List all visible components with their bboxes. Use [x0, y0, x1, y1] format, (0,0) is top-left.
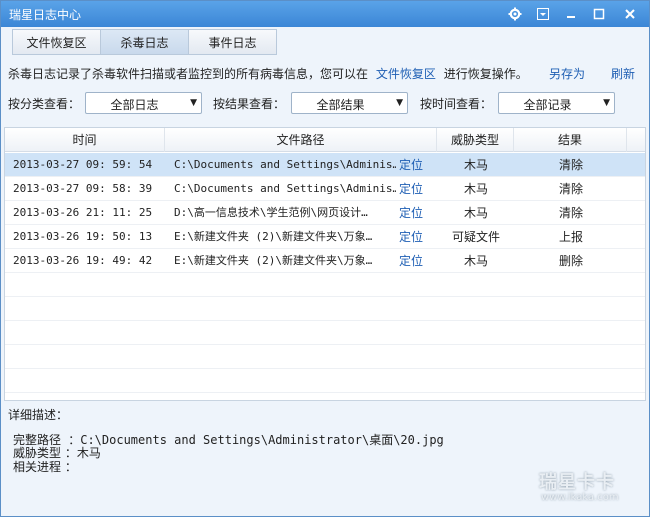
table-row[interactable]: 2013-03-26 19: 50: 13 E:\新建文件夹 (2)\新建文件夹…: [5, 225, 645, 249]
row-path: E:\新建文件夹 (2)\新建文件夹\万象…: [174, 254, 373, 267]
empty-row: [5, 297, 645, 321]
window-title: 瑞星日志中心: [9, 8, 82, 22]
locate-link[interactable]: 定位: [399, 225, 429, 249]
title-bar[interactable]: 瑞星日志中心: [1, 1, 649, 27]
row-threat-type: 木马: [463, 206, 488, 220]
row-result: 清除: [558, 206, 583, 220]
row-threat-type: 木马: [463, 158, 488, 172]
table-row[interactable]: 2013-03-27 09: 58: 39 C:\Documents and S…: [5, 177, 645, 201]
log-table: 时间 文件路径 威胁类型 结果 2013-03-27 09: 59: 54 C:…: [4, 127, 646, 401]
result-filter-value: 全部结果: [316, 98, 365, 112]
locate-link[interactable]: 定位: [399, 249, 429, 273]
row-path: E:\新建文件夹 (2)\新建文件夹\万象…: [174, 230, 373, 243]
chevron-down-icon: ▼: [190, 98, 197, 108]
time-filter-value: 全部记录: [523, 98, 572, 112]
result-filter-label: 按结果查看：: [213, 97, 286, 111]
maximize-icon[interactable]: [588, 4, 610, 23]
row-time: 2013-03-26 19: 50: 13: [13, 230, 153, 243]
column-header-type[interactable]: 威胁类型: [437, 128, 514, 152]
dropdown-menu-icon[interactable]: [532, 4, 554, 23]
row-result: 上报: [558, 230, 583, 244]
refresh-link[interactable]: 刷新: [611, 65, 635, 82]
empty-row: [5, 321, 645, 345]
column-header-result[interactable]: 结果: [514, 128, 627, 152]
ikaka-watermark-logo: 瑞星卡卡 www.ikaka.com: [521, 464, 643, 508]
locate-link[interactable]: 定位: [399, 153, 429, 177]
tab-file-recovery[interactable]: 文件恢复区: [12, 29, 101, 55]
category-filter-value: 全部日志: [110, 98, 159, 112]
row-time: 2013-03-27 09: 59: 54: [13, 158, 153, 171]
row-path: C:\Documents and Settings\Adminis…: [174, 158, 396, 171]
locate-link[interactable]: 定位: [399, 201, 429, 225]
tab-bar: 文件恢复区 杀毒日志 事件日志: [12, 29, 277, 55]
row-time: 2013-03-27 09: 58: 39: [13, 182, 153, 195]
detail-title: 详细描述：: [8, 408, 69, 422]
minimize-icon[interactable]: [560, 4, 582, 23]
tab-event-log[interactable]: 事件日志: [188, 29, 277, 55]
watermark-brand: 瑞星卡卡: [539, 472, 615, 493]
result-filter-select[interactable]: 全部结果 ▼: [291, 92, 408, 114]
chevron-down-icon: ▼: [603, 98, 610, 108]
row-result: 清除: [558, 182, 583, 196]
detail-process: 相关进程 ：: [13, 460, 77, 474]
save-as-link[interactable]: 另存为: [549, 65, 585, 82]
row-time: 2013-03-26 19: 49: 42: [13, 254, 153, 267]
info-text-after: 进行恢复操作。: [443, 67, 528, 81]
row-path: D:\高一信息技术\学生范例\网页设计…: [174, 206, 368, 219]
time-filter-label: 按时间查看：: [420, 97, 493, 111]
empty-row: [5, 273, 645, 297]
gear-icon[interactable]: [504, 4, 526, 23]
category-filter-select[interactable]: 全部日志 ▼: [85, 92, 202, 114]
tab-antivirus-log[interactable]: 杀毒日志: [100, 29, 189, 55]
empty-row: [5, 345, 645, 369]
close-icon[interactable]: [619, 4, 641, 23]
table-row[interactable]: 2013-03-27 09: 59: 54 C:\Documents and S…: [5, 153, 645, 177]
row-result: 删除: [558, 254, 583, 268]
category-filter-label: 按分类查看：: [8, 97, 81, 111]
row-time: 2013-03-26 21: 11: 25: [13, 206, 153, 219]
locate-link[interactable]: 定位: [399, 177, 429, 201]
watermark-url: www.ikaka.com: [541, 492, 619, 503]
time-filter-select[interactable]: 全部记录 ▼: [498, 92, 615, 114]
row-threat-type: 可疑文件: [451, 230, 500, 244]
row-threat-type: 木马: [463, 182, 488, 196]
row-threat-type: 木马: [463, 254, 488, 268]
table-row[interactable]: 2013-03-26 21: 11: 25 D:\高一信息技术\学生范例\网页设…: [5, 201, 645, 225]
info-text: 杀毒日志记录了杀毒软件扫描或者监控到的所有病毒信息，您可以在 文件恢复区 进行恢…: [8, 65, 528, 82]
table-header: 时间 文件路径 威胁类型 结果: [5, 128, 645, 152]
column-header-time[interactable]: 时间: [5, 128, 165, 152]
table-row[interactable]: 2013-03-26 19: 49: 42 E:\新建文件夹 (2)\新建文件夹…: [5, 249, 645, 273]
log-center-window: 瑞星日志中心 文件恢复区 杀毒日志 事件日志 杀毒日志记录了杀毒软件扫描或者监控…: [0, 0, 650, 517]
file-recovery-link[interactable]: 文件恢复区: [376, 67, 436, 81]
column-header-path[interactable]: 文件路径: [165, 128, 437, 152]
row-path: C:\Documents and Settings\Adminis…: [174, 182, 396, 195]
empty-row: [5, 369, 645, 393]
chevron-down-icon: ▼: [396, 98, 403, 108]
info-text-before: 杀毒日志记录了杀毒软件扫描或者监控到的所有病毒信息，您可以在: [8, 67, 369, 81]
row-result: 清除: [558, 158, 583, 172]
